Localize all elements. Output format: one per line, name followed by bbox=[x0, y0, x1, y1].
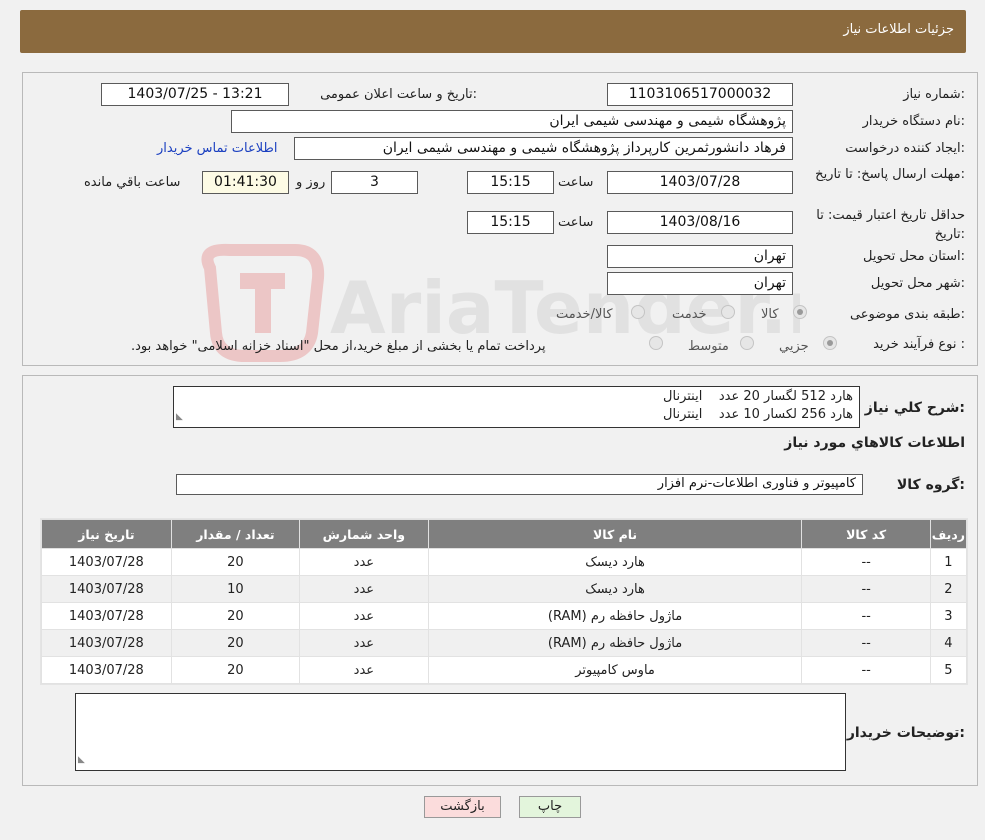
table-row: 1 -- هارد دیسک عدد 20 1403/07/28 bbox=[41, 548, 968, 576]
cell-unit: عدد bbox=[299, 656, 429, 684]
resize-handle-icon[interactable]: ◢ bbox=[78, 751, 85, 769]
category-option-goods: کالا bbox=[761, 307, 779, 322]
buyer-org-field: پژوهشگاه شیمی و مهندسی شیمی ایران bbox=[231, 110, 793, 133]
process-radio-minor[interactable] bbox=[823, 336, 837, 350]
days-remaining-field: 3 bbox=[331, 171, 418, 194]
goods-group-label: گروه کالا: bbox=[896, 477, 965, 493]
col-header-row-number: ردیف bbox=[929, 519, 968, 549]
treasury-payment-note: پرداخت تمام یا بخشی از مبلغ خرید،از محل … bbox=[131, 339, 546, 354]
category-radio-goods[interactable] bbox=[793, 305, 807, 319]
deadline-time-field: 15:15 bbox=[467, 171, 554, 194]
cell-code: -- bbox=[801, 548, 931, 576]
cell-quantity: 10 bbox=[170, 575, 301, 603]
cell-quantity: 20 bbox=[170, 602, 301, 630]
creator-label: ایجاد کننده درخواست: bbox=[845, 141, 965, 156]
cell-name: هارد دیسک bbox=[427, 575, 803, 603]
print-button[interactable]: چاپ bbox=[519, 796, 581, 818]
need-number-field: 1103106517000032 bbox=[607, 83, 793, 106]
category-radio-service[interactable] bbox=[721, 305, 735, 319]
city-label: شهر محل تحویل: bbox=[870, 276, 965, 291]
cell-row-number: 3 bbox=[929, 602, 968, 630]
cell-unit: عدد bbox=[299, 548, 429, 576]
process-option-minor: جزیي bbox=[779, 339, 809, 354]
cell-code: -- bbox=[801, 602, 931, 630]
table-row: 4 -- ماژول حافظه رم (RAM) عدد 20 1403/07… bbox=[41, 629, 968, 657]
table-row: 3 -- ماژول حافظه رم (RAM) عدد 20 1403/07… bbox=[41, 602, 968, 630]
buyer-org-label: نام دستگاه خریدار: bbox=[862, 114, 965, 129]
need-number-label: شماره نیاز: bbox=[903, 87, 965, 102]
province-label: استان محل تحویل: bbox=[863, 249, 965, 264]
deadline-date-field: 1403/07/28 bbox=[607, 171, 793, 194]
announce-field: 1403/07/25 - 13:21 bbox=[101, 83, 289, 106]
buyer-contact-link[interactable]: اطلاعات تماس خریدار bbox=[157, 141, 277, 156]
validity-time-label: ساعت bbox=[558, 215, 594, 230]
category-label: طبقه بندی موضوعی: bbox=[849, 307, 965, 322]
summary-line-1: هارد 512 لگسار 20 عدد اینترنال bbox=[663, 389, 853, 404]
cell-row-number: 2 bbox=[929, 575, 968, 603]
table-row: 2 -- هارد دیسک عدد 10 1403/07/28 bbox=[41, 575, 968, 603]
goods-group-field: کامپیوتر و فناوری اطلاعات-نرم افزار bbox=[176, 474, 863, 495]
process-option-medium: متوسط bbox=[688, 339, 729, 354]
page-header: جزئیات اطلاعات نیاز bbox=[20, 10, 966, 53]
cell-row-number: 1 bbox=[929, 548, 968, 576]
cell-need-date: 1403/07/28 bbox=[41, 548, 172, 576]
page-title: جزئیات اطلاعات نیاز bbox=[843, 22, 954, 37]
city-field: تهران bbox=[607, 272, 793, 295]
resize-handle-icon[interactable]: ◢ bbox=[176, 408, 183, 426]
time-remaining-field: 01:41:30 bbox=[202, 171, 289, 194]
category-option-service: خدمت bbox=[672, 307, 707, 322]
cell-row-number: 5 bbox=[929, 656, 968, 684]
cell-unit: عدد bbox=[299, 575, 429, 603]
buyer-notes-textarea[interactable]: ◢ bbox=[75, 693, 846, 771]
summary-textarea[interactable]: هارد 512 لگسار 20 عدد اینترنال هارد 256 … bbox=[173, 386, 860, 428]
process-radio-medium[interactable] bbox=[740, 336, 754, 350]
category-option-both: کالا/خدمت bbox=[556, 307, 613, 322]
goods-section-title: اطلاعات کالاهاي مورد نیاز bbox=[784, 435, 965, 451]
process-label: نوع فرآیند خرید : bbox=[873, 337, 965, 352]
cell-quantity: 20 bbox=[170, 548, 301, 576]
treasury-payment-checkbox[interactable] bbox=[649, 336, 663, 350]
time-remaining-label: ساعت باقي مانده bbox=[84, 175, 181, 190]
creator-field: فرهاد دانشورثمرین کارپرداز پژوهشگاه شیمی… bbox=[294, 137, 793, 160]
validity-time-field: 15:15 bbox=[467, 211, 554, 234]
cell-unit: عدد bbox=[299, 602, 429, 630]
col-header-need-date: تاریخ نیاز bbox=[41, 519, 172, 549]
cell-name: ماوس کامپیوتر bbox=[427, 656, 803, 684]
cell-name: ماژول حافظه رم (RAM) bbox=[427, 629, 803, 657]
cell-name: ماژول حافظه رم (RAM) bbox=[427, 602, 803, 630]
cell-unit: عدد bbox=[299, 629, 429, 657]
col-header-quantity: تعداد / مقدار bbox=[170, 519, 301, 549]
validity-date-field: 1403/08/16 bbox=[607, 211, 793, 234]
cell-quantity: 20 bbox=[170, 629, 301, 657]
price-validity-label: حداقل تاریخ اعتبار قیمت: تا تاریخ: bbox=[816, 208, 965, 242]
cell-code: -- bbox=[801, 629, 931, 657]
col-header-code: کد کالا bbox=[801, 519, 931, 549]
announce-label: تاریخ و ساعت اعلان عمومی: bbox=[320, 87, 477, 102]
deadline-time-label: ساعت bbox=[558, 175, 594, 190]
col-header-unit: واحد شمارش bbox=[299, 519, 429, 549]
table-row: 5 -- ماوس کامپیوتر عدد 20 1403/07/28 bbox=[41, 656, 968, 684]
col-header-name: نام کالا bbox=[427, 519, 803, 549]
items-table: ردیف کد کالا نام کالا واحد شمارش تعداد /… bbox=[41, 519, 968, 684]
summary-line-2: هارد 256 لکسار 10 عدد اینترنال bbox=[663, 407, 853, 422]
cell-need-date: 1403/07/28 bbox=[41, 629, 172, 657]
items-table-header: ردیف کد کالا نام کالا واحد شمارش تعداد /… bbox=[41, 519, 968, 549]
summary-label: شرح کلي نیاز: bbox=[864, 400, 965, 416]
cell-code: -- bbox=[801, 575, 931, 603]
days-label: روز و bbox=[296, 175, 326, 190]
cell-code: -- bbox=[801, 656, 931, 684]
category-radio-both[interactable] bbox=[631, 305, 645, 319]
cell-name: هارد دیسک bbox=[427, 548, 803, 576]
cell-need-date: 1403/07/28 bbox=[41, 575, 172, 603]
province-field: تهران bbox=[607, 245, 793, 268]
cell-row-number: 4 bbox=[929, 629, 968, 657]
back-button[interactable]: بازگشت bbox=[424, 796, 501, 818]
cell-need-date: 1403/07/28 bbox=[41, 656, 172, 684]
buyer-notes-label: توضیحات خریدار: bbox=[846, 725, 965, 741]
deadline-label: مهلت ارسال پاسخ: تا تاریخ: bbox=[815, 167, 965, 182]
cell-need-date: 1403/07/28 bbox=[41, 602, 172, 630]
items-table-wrapper: ردیف کد کالا نام کالا واحد شمارش تعداد /… bbox=[40, 518, 968, 685]
cell-quantity: 20 bbox=[170, 656, 301, 684]
